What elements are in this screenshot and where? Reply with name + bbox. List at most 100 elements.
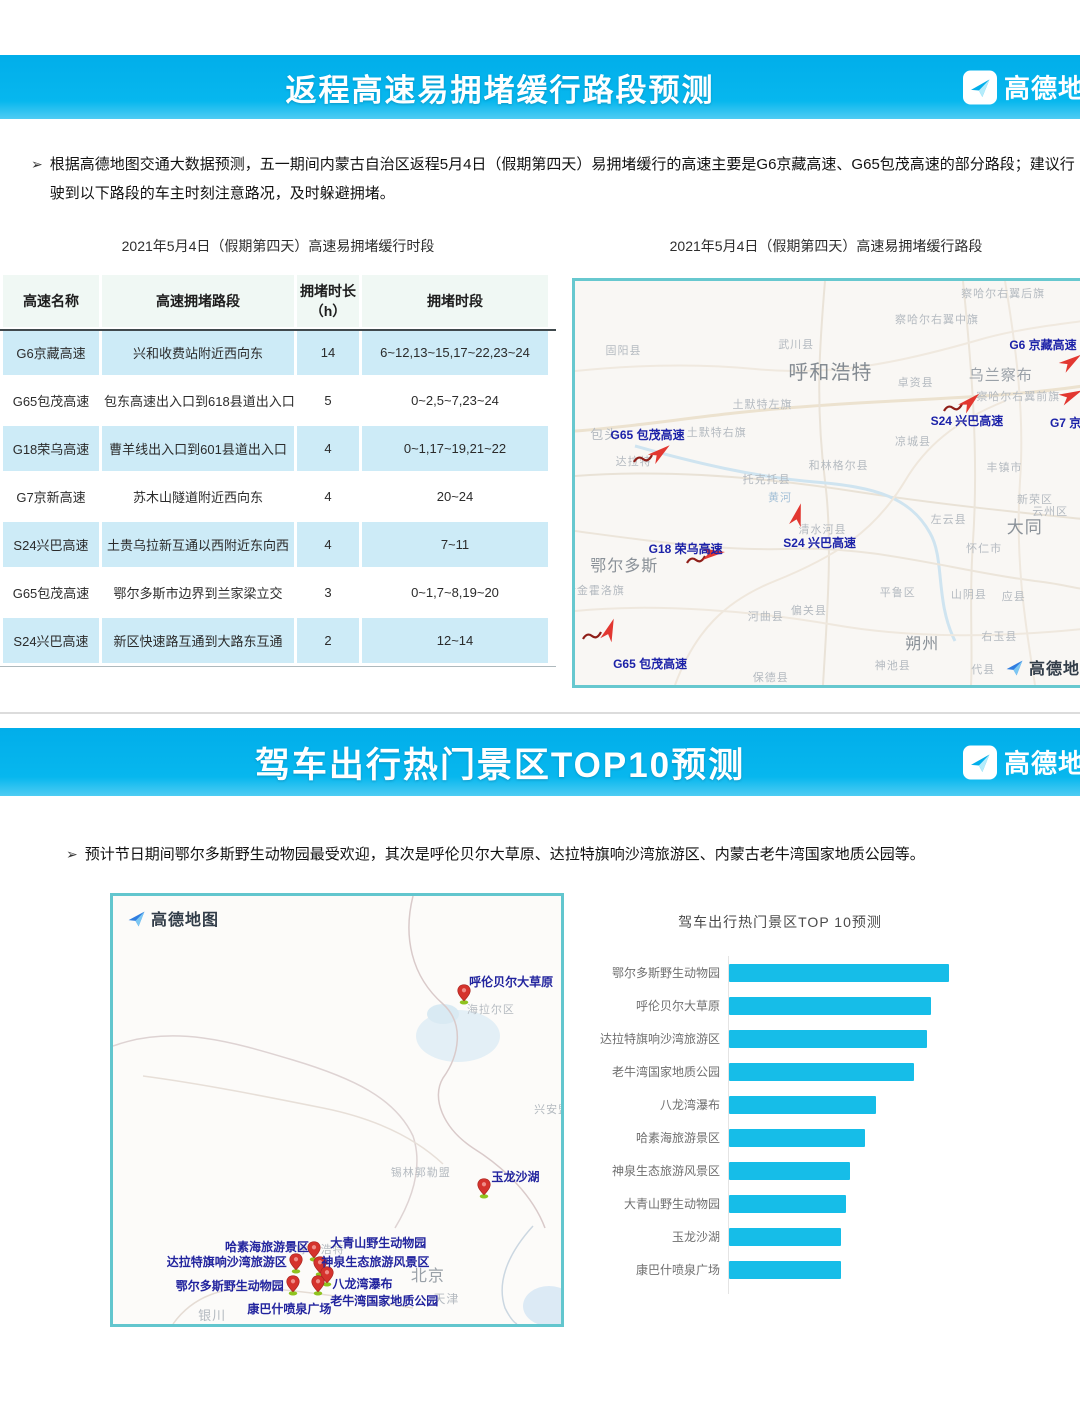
scenic-spot-pin-icon	[310, 1275, 326, 1296]
table-cell: G65包茂高速	[3, 570, 99, 615]
table-header-rule	[0, 329, 556, 331]
section2-intro: ➢ 预计节日期间鄂尔多斯野生动物园最受欢迎，其次是呼伦贝尔大草原、达拉特旗响沙湾…	[66, 840, 1056, 869]
table-row: G18荣乌高速曹羊线出入口到601县道出入口40~1,17~19,21~22	[3, 426, 548, 471]
chart-category-label: 老牛湾国家地质公园	[560, 1063, 729, 1080]
table-cell: 4	[297, 426, 359, 471]
table-cell: 鄂尔多斯市边界到兰家梁立交	[102, 570, 294, 615]
chart-bar	[729, 997, 931, 1015]
map-place-label: 呼和浩特	[788, 356, 872, 385]
map-place-label: 左云县	[931, 511, 967, 527]
scenic-spot-label: 达拉特旗响沙湾旅游区	[167, 1253, 287, 1270]
table-row: G6京藏高速兴和收费站附近西向东146~12,13~15,17~22,23~24	[3, 330, 548, 375]
map-place-label: 偏关县	[791, 602, 827, 618]
table-cell: 曹羊线出入口到601县道出入口	[102, 426, 294, 471]
top10-bar-chart: 驾车出行热门景区TOP 10预测 鄂尔多斯野生动物园呼伦贝尔大草原达拉特旗响沙湾…	[560, 912, 1020, 1312]
map-place-label: 应县	[1002, 588, 1026, 604]
map2-logo-text: 高德地图	[151, 906, 219, 930]
table-header-cell: 高速名称	[3, 275, 99, 327]
road-label: S24 兴巴高速	[783, 534, 856, 551]
table-header-cell: 拥堵时长 （h）	[297, 275, 359, 327]
map-place-label: 银川	[198, 1305, 226, 1324]
table-cell: 0~2,5~7,23~24	[362, 378, 548, 423]
scenic-spot-pin-icon	[476, 1178, 492, 1199]
map-place-label: 朔州	[905, 630, 939, 654]
table-cell: 12~14	[362, 618, 548, 663]
scenic-spot-label: 玉龙沙湖	[492, 1168, 540, 1185]
table-row: G7京新高速苏木山隧道附近西向东420~24	[3, 474, 548, 519]
table-cell: 4	[297, 522, 359, 567]
map-roads-decor	[575, 281, 1080, 685]
scenic-spots-map: 高德地图 海拉尔区兴安盟锡林郭勒盟呼和浩特北京天津银川呼伦贝尔大草原玉龙沙湖哈素…	[110, 893, 564, 1327]
map-place-label: 察哈尔右翼后旗	[961, 285, 1045, 301]
table-cell: 包东高速出入口到618县道出入口	[102, 378, 294, 423]
chart-category-label: 八龙湾瀑布	[560, 1096, 729, 1113]
table-cell: 4	[297, 474, 359, 519]
congestion-table: 高速名称高速拥堵路段拥堵时长 （h）拥堵时段 G6京藏高速兴和收费站附近西向东1…	[0, 272, 556, 672]
table-row: G65包茂高速鄂尔多斯市边界到兰家梁立交30~1,7~8,19~20	[3, 570, 548, 615]
map-place-label: 察哈尔右翼中旗	[895, 311, 979, 327]
table-bottom-rule	[0, 666, 556, 667]
amap-paperplane-icon	[963, 70, 997, 104]
amap-logo: 高德地图	[963, 744, 1080, 781]
chart-row: 神泉生态旅游风景区	[560, 1154, 1020, 1187]
table-cell: 6~12,13~15,17~22,23~24	[362, 330, 548, 375]
amap-logo-text: 高德地图	[1004, 744, 1080, 781]
chart-category-label: 大青山野生动物园	[560, 1195, 729, 1212]
table-cell: 14	[297, 330, 359, 375]
chart-category-label: 哈素海旅游景区	[560, 1129, 729, 1146]
chart-row: 哈素海旅游景区	[560, 1121, 1020, 1154]
table-row: S24兴巴高速土贵乌拉新互通以西附近东向西47~11	[3, 522, 548, 567]
map-place-label: 怀仁市	[966, 540, 1002, 556]
road-label: S24 兴巴高速	[931, 412, 1004, 429]
map-place-label: 河曲县	[748, 608, 784, 624]
chart-bar	[729, 1129, 865, 1147]
amap-plane-icon	[127, 909, 146, 928]
section2-intro-text: 预计节日期间鄂尔多斯野生动物园最受欢迎，其次是呼伦贝尔大草原、达拉特旗响沙湾旅游…	[85, 840, 925, 869]
amap-plane-icon	[1005, 658, 1024, 677]
chart-bar	[729, 1261, 841, 1279]
chart-row: 呼伦贝尔大草原	[560, 989, 1020, 1022]
map-place-label: 平鲁区	[880, 584, 916, 600]
table-cell: 土贵乌拉新互通以西附近东向西	[102, 522, 294, 567]
map-place-label: 海拉尔区	[467, 1001, 515, 1017]
map-place-label: 察哈尔右翼前旗	[976, 388, 1060, 404]
amap-logo: 高德地图	[963, 69, 1080, 106]
map-place-label: 山阴县	[951, 586, 987, 602]
scenic-spot-pin-icon	[288, 1253, 304, 1274]
map-place-label: 凉城县	[895, 433, 931, 449]
map-place-label: 乌兰察布	[969, 364, 1033, 385]
table-cell: 新区快速路互通到大路东互通	[102, 618, 294, 663]
amap-paperplane-icon	[963, 745, 997, 779]
section2-title: 驾车出行热门景区TOP10预测	[0, 728, 1000, 796]
table-cell: G7京新高速	[3, 474, 99, 519]
table-cell: 20~24	[362, 474, 548, 519]
table-title: 2021年5月4日（假期第四天）高速易拥堵缓行时段	[0, 236, 556, 256]
amap-logo-text: 高德地图	[1004, 69, 1080, 106]
table-cell: 7~11	[362, 522, 548, 567]
road-label: G7 京新高速	[1050, 414, 1080, 431]
chart-title: 驾车出行热门景区TOP 10预测	[560, 912, 1000, 932]
scenic-spot-label: 大青山野生动物园	[330, 1234, 426, 1251]
map-place-label: 伊金霍洛旗	[572, 582, 625, 598]
map1-watermark-text: 高德地图	[1029, 655, 1080, 679]
chart-category-label: 玉龙沙湖	[560, 1228, 729, 1245]
map-place-label: 武川县	[778, 336, 814, 352]
map-place-label: 固阳县	[605, 342, 641, 358]
map-place-label: 锡林郭勒盟	[391, 1164, 451, 1180]
section1-banner: 返程高速易拥堵缓行路段预测 高德地图	[0, 55, 1080, 119]
chart-bar	[729, 1030, 927, 1048]
map1-watermark-logo: 高德地图	[1005, 655, 1080, 679]
infographic-page: 返程高速易拥堵缓行路段预测 高德地图 ➢ 根据高德地图交通大数据预测，五一期间内…	[0, 0, 1080, 1408]
chart-row: 老牛湾国家地质公园	[560, 1055, 1020, 1088]
map1-title: 2021年5月4日（假期第四天）高速易拥堵缓行路段	[572, 236, 1080, 256]
table-cell: G6京藏高速	[3, 330, 99, 375]
table-header-cell: 拥堵时段	[362, 275, 548, 327]
table-cell: 0~1,17~19,21~22	[362, 426, 548, 471]
section1-intro-text: 根据高德地图交通大数据预测，五一期间内蒙古自治区返程5月4日（假期第四天）易拥堵…	[50, 150, 1077, 209]
chart-bar	[729, 1228, 841, 1246]
map-place-label: 黄河	[768, 489, 792, 505]
chart-bar	[729, 1195, 846, 1213]
congestion-table-body: G6京藏高速兴和收费站附近西向东146~12,13~15,17~22,23~24…	[3, 330, 548, 663]
chart-category-label: 鄂尔多斯野生动物园	[560, 964, 729, 981]
map-place-label: 丰镇市	[986, 459, 1022, 475]
